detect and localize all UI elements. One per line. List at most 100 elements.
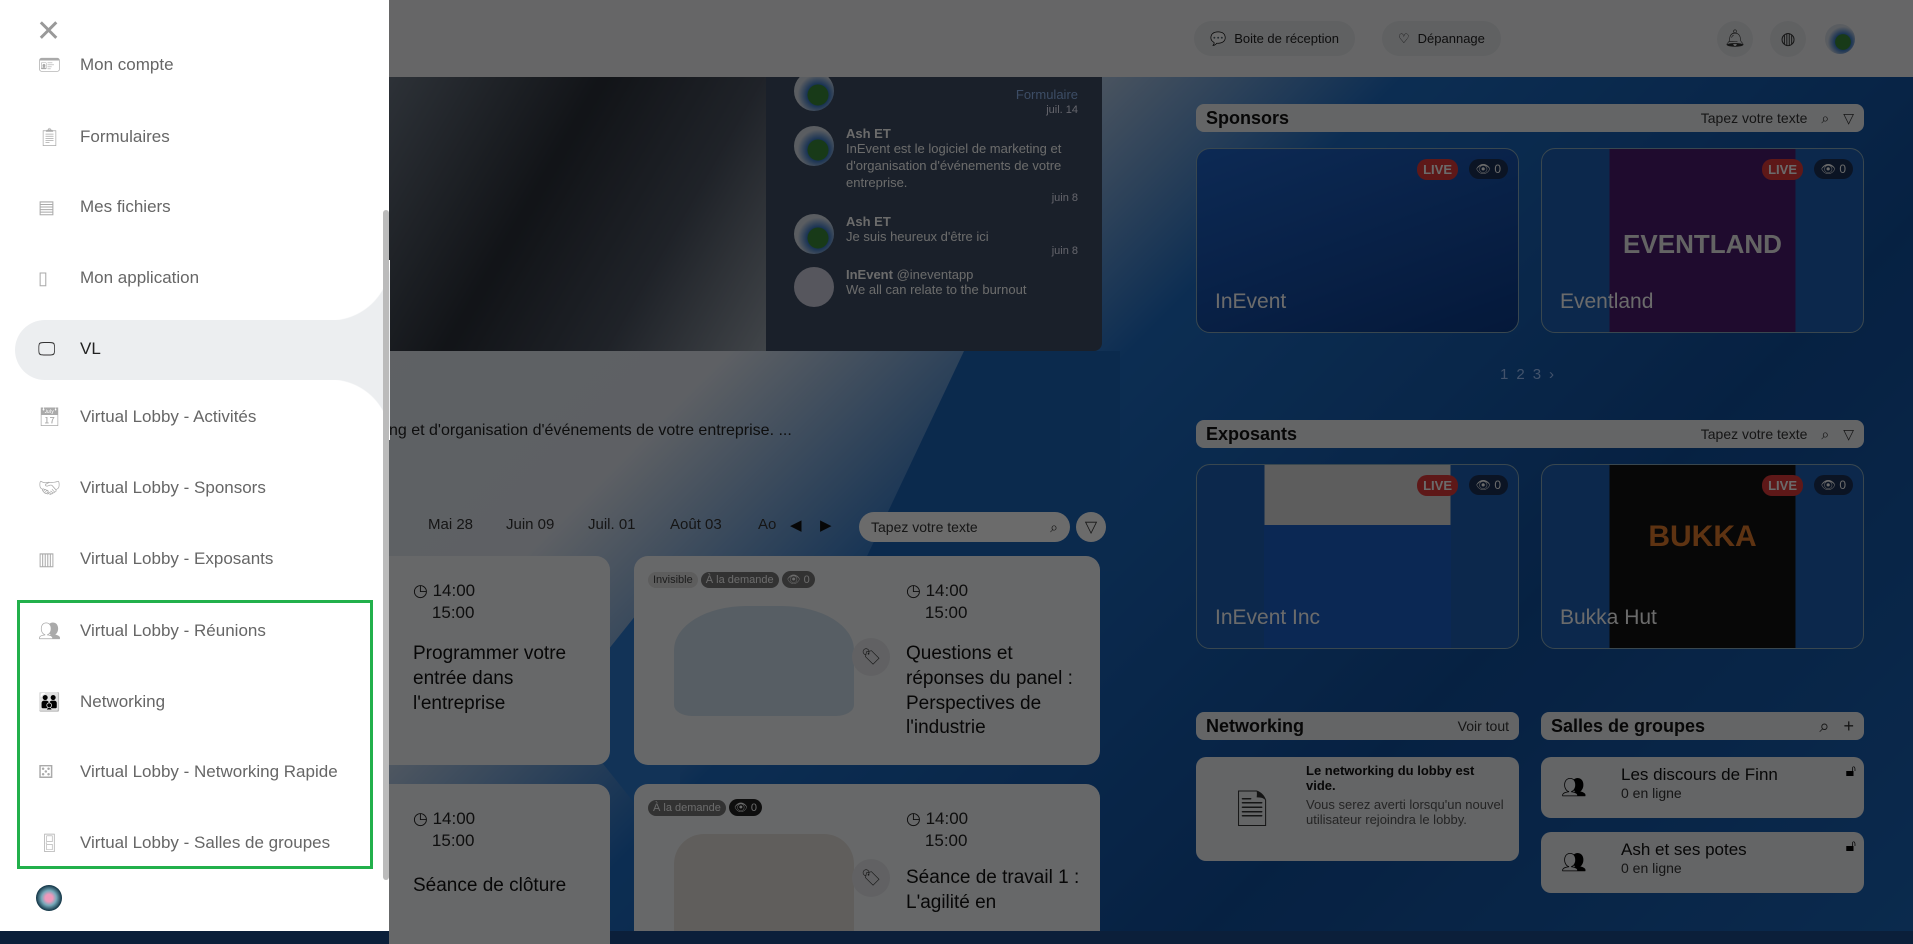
sponsor-name: Eventland (1560, 290, 1654, 313)
sidebar-item-vl[interactable]: 🖵 VL (0, 329, 380, 369)
user-avatar[interactable] (36, 885, 62, 911)
page-link[interactable]: 2 (1516, 366, 1524, 383)
room-item[interactable]: 👥︎ 🔓︎ Ash et ses potes 0 en ligne (1541, 832, 1864, 893)
close-icon[interactable]: ✕ (36, 14, 61, 49)
sidebar-item-mon-application[interactable]: ▯ Mon application (0, 258, 380, 298)
exhibitor-card[interactable]: LIVE 👁 0 InEvent Inc (1196, 464, 1519, 649)
filter-icon[interactable]: ▽ (1843, 426, 1854, 443)
filter-icon[interactable]: ▽ (1843, 110, 1854, 127)
inbox-button[interactable]: 💬 Boite de réception (1194, 21, 1355, 56)
activity-illustration (674, 834, 854, 931)
view-count: 0 (1494, 162, 1501, 176)
sidebar-item-label: Virtual Lobby - Networking Rapide (80, 762, 338, 781)
handshake-icon: 🤝︎ (38, 477, 61, 498)
sidebar-item-networking[interactable]: 👪︎ Networking (0, 682, 380, 722)
sidebar-item-mon-compte[interactable]: 🪪︎ Mon compte (0, 45, 380, 85)
date-tab[interactable]: Août 03 (670, 516, 722, 533)
next-page-icon[interactable]: › (1549, 366, 1554, 383)
online-count: 0 en ligne (1621, 860, 1682, 876)
sidebar-item-exposants[interactable]: ▥ Virtual Lobby - Exposants (0, 539, 380, 579)
exhibitors-search-input[interactable]: Tapez votre texte (1701, 426, 1808, 442)
unlock-icon[interactable]: 🔓︎ (1846, 763, 1856, 781)
booth-icon: ▥ (38, 548, 56, 569)
message-author: InEvent (846, 267, 893, 283)
sidebar-item-label: Virtual Lobby - Réunions (80, 621, 266, 640)
sidebar-item-label: VL (80, 339, 101, 358)
filter-icon[interactable]: ▽ (1076, 512, 1106, 542)
clock-icon: ◷ (906, 809, 921, 828)
live-badge: LIVE (1762, 475, 1803, 496)
sidebar-item-mes-fichiers[interactable]: ▤ Mes fichiers (0, 187, 380, 227)
sidebar-item-label: Mes fichiers (80, 197, 171, 216)
sidebar-item-label: Networking (80, 692, 166, 711)
networking-header: Networking Voir tout (1196, 712, 1519, 740)
sidebar-item-salles-de-groupes[interactable]: 🚪︎ Virtual Lobby - Salles de groupes (0, 823, 380, 863)
networking-empty-card: 🗎 Le networking du lobby est vide. Vous … (1196, 757, 1519, 861)
avatar (794, 77, 834, 111)
activities-search-input[interactable]: Tapez votre texte ⌕ (859, 512, 1070, 542)
empty-title: Le networking du lobby est vide. (1306, 763, 1475, 793)
arrow-right-icon[interactable]: ▶ (820, 516, 832, 534)
chat-message: InEvent @ineventapp We all can relate to … (794, 267, 1078, 308)
add-icon[interactable]: + (1843, 716, 1854, 737)
sponsor-card[interactable]: EVENTLAND LIVE 👁 0 Eventland (1541, 148, 1864, 333)
door-icon: 🚪︎ (38, 832, 61, 853)
exhibitor-name: InEvent Inc (1215, 606, 1321, 629)
sponsor-card[interactable]: LIVE 👁 0 InEvent (1196, 148, 1519, 333)
sponsors-search-input[interactable]: Tapez votre texte (1701, 110, 1808, 126)
message-author: Ash ET (846, 125, 891, 141)
activity-card[interactable]: ◷ 14:00 15:00 Programmer votre entrée da… (389, 556, 610, 765)
calendar-icon: 📅︎ (38, 406, 61, 427)
users-icon: 👥︎ (1561, 852, 1587, 874)
online-count: 0 en ligne (1621, 785, 1682, 801)
see-all-link[interactable]: Voir tout (1458, 718, 1509, 734)
empty-text: Vous serez averti lorsqu'un nouvel utili… (1306, 797, 1504, 827)
live-badge: LIVE (1417, 159, 1458, 180)
sidebar-item-networking-rapide[interactable]: ⚄ Virtual Lobby - Networking Rapide (0, 752, 380, 792)
search-icon[interactable]: ⌕ (1821, 426, 1829, 443)
live-badge: LIVE (1762, 159, 1803, 180)
message-text: We all can relate to the burnout (846, 282, 1027, 298)
avatar[interactable] (1822, 21, 1858, 57)
tag-icon[interactable]: 🏷︎ (852, 859, 890, 897)
section-title: Salles de groupes (1551, 715, 1706, 736)
clock-icon: ◷ (413, 581, 428, 600)
date-tab[interactable]: Juin 09 (506, 516, 554, 533)
message-date: juil. 14 (1046, 103, 1078, 116)
sidebar-item-activites[interactable]: 📅︎ Virtual Lobby - Activités (0, 397, 380, 437)
sponsors-header: Sponsors Tapez votre texte ⌕ ▽ (1196, 104, 1864, 132)
exhibitors-header: Exposants Tapez votre texte ⌕ ▽ (1196, 420, 1864, 448)
search-icon[interactable]: ⌕ (1821, 110, 1829, 127)
activity-card[interactable]: ◷ 14:00 15:00 Séance de clôture (389, 784, 610, 944)
exhibitor-card[interactable]: BUKKA LIVE 👁 0 Bukka Hut (1541, 464, 1864, 649)
section-title: Networking (1206, 715, 1305, 736)
scrollbar[interactable] (383, 210, 389, 880)
tag-icon[interactable]: 🏷︎ (852, 638, 890, 676)
sponsors-pagination: 1 2 3 › (1500, 366, 1554, 383)
sidebar-item-formulaires[interactable]: 📋︎ Formulaires (0, 117, 380, 157)
room-item[interactable]: 👥︎ 🔓︎ Les discours de Finn 0 en ligne (1541, 757, 1864, 818)
activity-card[interactable]: À la demande 👁 0 🏷︎ ◷ 14:00 15:00 Séance d… (634, 784, 1100, 931)
heart-pulse-icon: ♡ (1398, 30, 1410, 46)
chat-message: Formulaire juil. 14 (794, 77, 1078, 116)
globe-icon[interactable]: ◍ (1770, 21, 1806, 57)
sidebar-item-sponsors[interactable]: 🤝︎ Virtual Lobby - Sponsors (0, 468, 380, 508)
arrow-left-icon[interactable]: ◀ (790, 516, 802, 534)
sidebar-item-reunions[interactable]: 👥︎ Virtual Lobby - Réunions (0, 611, 380, 651)
troubleshoot-button[interactable]: ♡ Dépannage (1382, 21, 1501, 56)
message-text: Je suis heureux d'être ici (846, 228, 989, 244)
unlock-icon[interactable]: 🔓︎ (1846, 838, 1856, 856)
search-icon[interactable]: ⌕ (1819, 716, 1829, 737)
on-demand-badge: À la demande (648, 800, 726, 816)
page-link[interactable]: 1 (1500, 366, 1508, 383)
end-time: 15:00 (431, 831, 475, 851)
rooms-header: Salles de groupes ⌕ + (1541, 712, 1864, 740)
date-tab[interactable]: Ao (758, 516, 776, 533)
page-link[interactable]: 3 (1533, 366, 1541, 383)
chat-feed[interactable]: Formulaire juil. 14 Ash ET InEvent est le … (766, 77, 1102, 351)
date-tab[interactable]: Mai 28 (428, 516, 473, 533)
date-tab[interactable]: Juil. 01 (588, 516, 636, 533)
view-count: 0 (1839, 162, 1846, 176)
activity-card[interactable]: Invisible À la demande 👁 0 🏷︎ ◷ 14:00 15:0… (634, 556, 1100, 765)
bell-icon[interactable]: 🔔︎ (1717, 21, 1753, 57)
